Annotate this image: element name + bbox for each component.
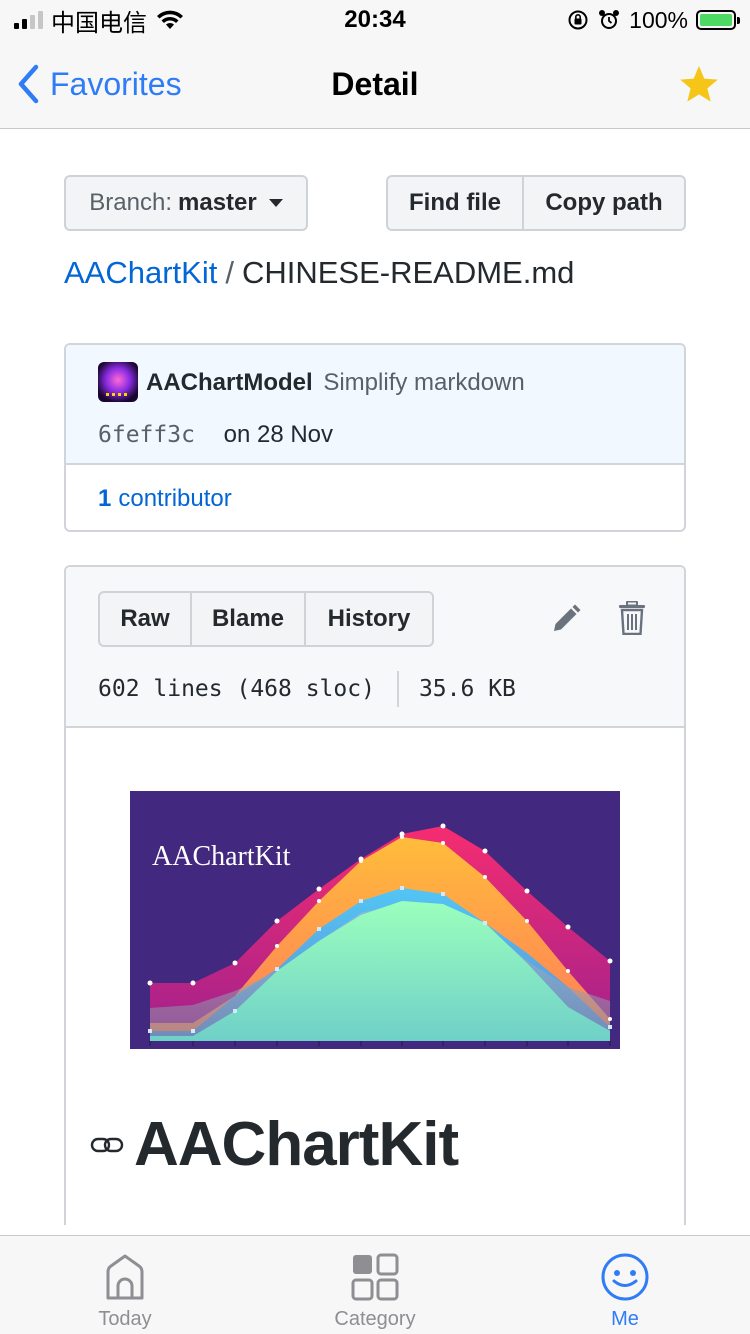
- commit-info-box: AAChartModel Simplify markdown 6feff3c o…: [64, 343, 686, 532]
- branch-label: Branch:: [89, 189, 172, 216]
- commit-date: on 28 Nov: [223, 421, 334, 448]
- blame-button[interactable]: Blame: [192, 593, 306, 645]
- tab-today[interactable]: Today: [0, 1236, 250, 1334]
- orientation-lock-icon: [568, 10, 588, 30]
- file-header: Raw Blame History 602 lines (468 sloc) 3…: [66, 567, 684, 728]
- branch-button[interactable]: Branch: master: [66, 177, 306, 229]
- pencil-icon[interactable]: [550, 603, 582, 635]
- find-file-button[interactable]: Find file: [388, 177, 524, 229]
- commit-summary: AAChartModel Simplify markdown 6feff3c o…: [66, 345, 684, 465]
- breadcrumb: AAChartKit / CHINESE-README.md: [64, 252, 574, 294]
- readme-heading: AAChartKit: [90, 1109, 459, 1180]
- status-bar: 中国电信 20:34 100%: [0, 0, 750, 40]
- home-icon: [106, 1254, 144, 1300]
- status-right: 100%: [567, 0, 740, 40]
- contributors-label: contributor: [118, 484, 232, 512]
- raw-button[interactable]: Raw: [100, 593, 192, 645]
- star-icon[interactable]: [678, 64, 720, 106]
- breadcrumb-repo-link[interactable]: AAChartKit: [64, 255, 217, 290]
- contributors-link[interactable]: 1 contributor: [66, 465, 684, 530]
- tab-category[interactable]: Category: [250, 1236, 500, 1334]
- caret-down-icon: [268, 199, 283, 207]
- avatar[interactable]: [98, 362, 138, 402]
- battery-percent: 100%: [629, 6, 688, 33]
- battery-icon: [696, 10, 740, 30]
- alarm-icon: [599, 10, 620, 29]
- file-viewer: Raw Blame History 602 lines (468 sloc) 3…: [64, 565, 686, 1225]
- grid-icon: [351, 1253, 399, 1301]
- tab-me[interactable]: Me: [500, 1236, 750, 1334]
- commit-author[interactable]: AAChartModel: [146, 369, 313, 396]
- file-lines: 602 lines (468 sloc): [98, 676, 375, 702]
- copy-path-button[interactable]: Copy path: [524, 177, 684, 229]
- file-actions-group: Find file Copy path: [386, 175, 686, 231]
- navigation-bar: Favorites Detail: [0, 40, 750, 129]
- stats-divider: [396, 671, 399, 707]
- readme-heading-text: AAChartKit: [134, 1110, 459, 1179]
- tab-category-label: Category: [334, 1308, 416, 1330]
- tab-bar: Today Category Me: [0, 1235, 750, 1334]
- banner-title: AAChartKit: [152, 841, 291, 872]
- readme-banner-image: AAChartKit: [130, 791, 620, 1049]
- tab-me-label: Me: [611, 1308, 639, 1330]
- smiley-face-icon: [601, 1253, 649, 1301]
- commit-sha[interactable]: 6feff3c: [98, 422, 195, 448]
- branch-selector[interactable]: Branch: master: [64, 175, 308, 231]
- breadcrumb-file-name: CHINESE-README.md: [241, 255, 575, 290]
- trash-icon[interactable]: [618, 601, 646, 635]
- tab-today-label: Today: [98, 1308, 152, 1330]
- commit-title-line: AAChartModel Simplify markdown: [146, 367, 525, 399]
- file-size: 35.6 KB: [418, 676, 516, 702]
- banner-chart-graphic: [147, 823, 613, 1046]
- page-title: Detail: [331, 66, 419, 102]
- commit-meta-line: 6feff3c on 28 Nov: [98, 419, 333, 451]
- file-view-buttons: Raw Blame History: [98, 591, 434, 647]
- commit-message[interactable]: Simplify markdown: [323, 369, 524, 396]
- contributors-count: 1: [98, 484, 112, 512]
- file-stats: 602 lines (468 sloc) 35.6 KB: [98, 671, 516, 707]
- branch-name: master: [178, 189, 257, 216]
- history-button[interactable]: History: [306, 593, 432, 645]
- anchor-link-icon[interactable]: [90, 1133, 124, 1157]
- breadcrumb-separator: /: [225, 255, 234, 290]
